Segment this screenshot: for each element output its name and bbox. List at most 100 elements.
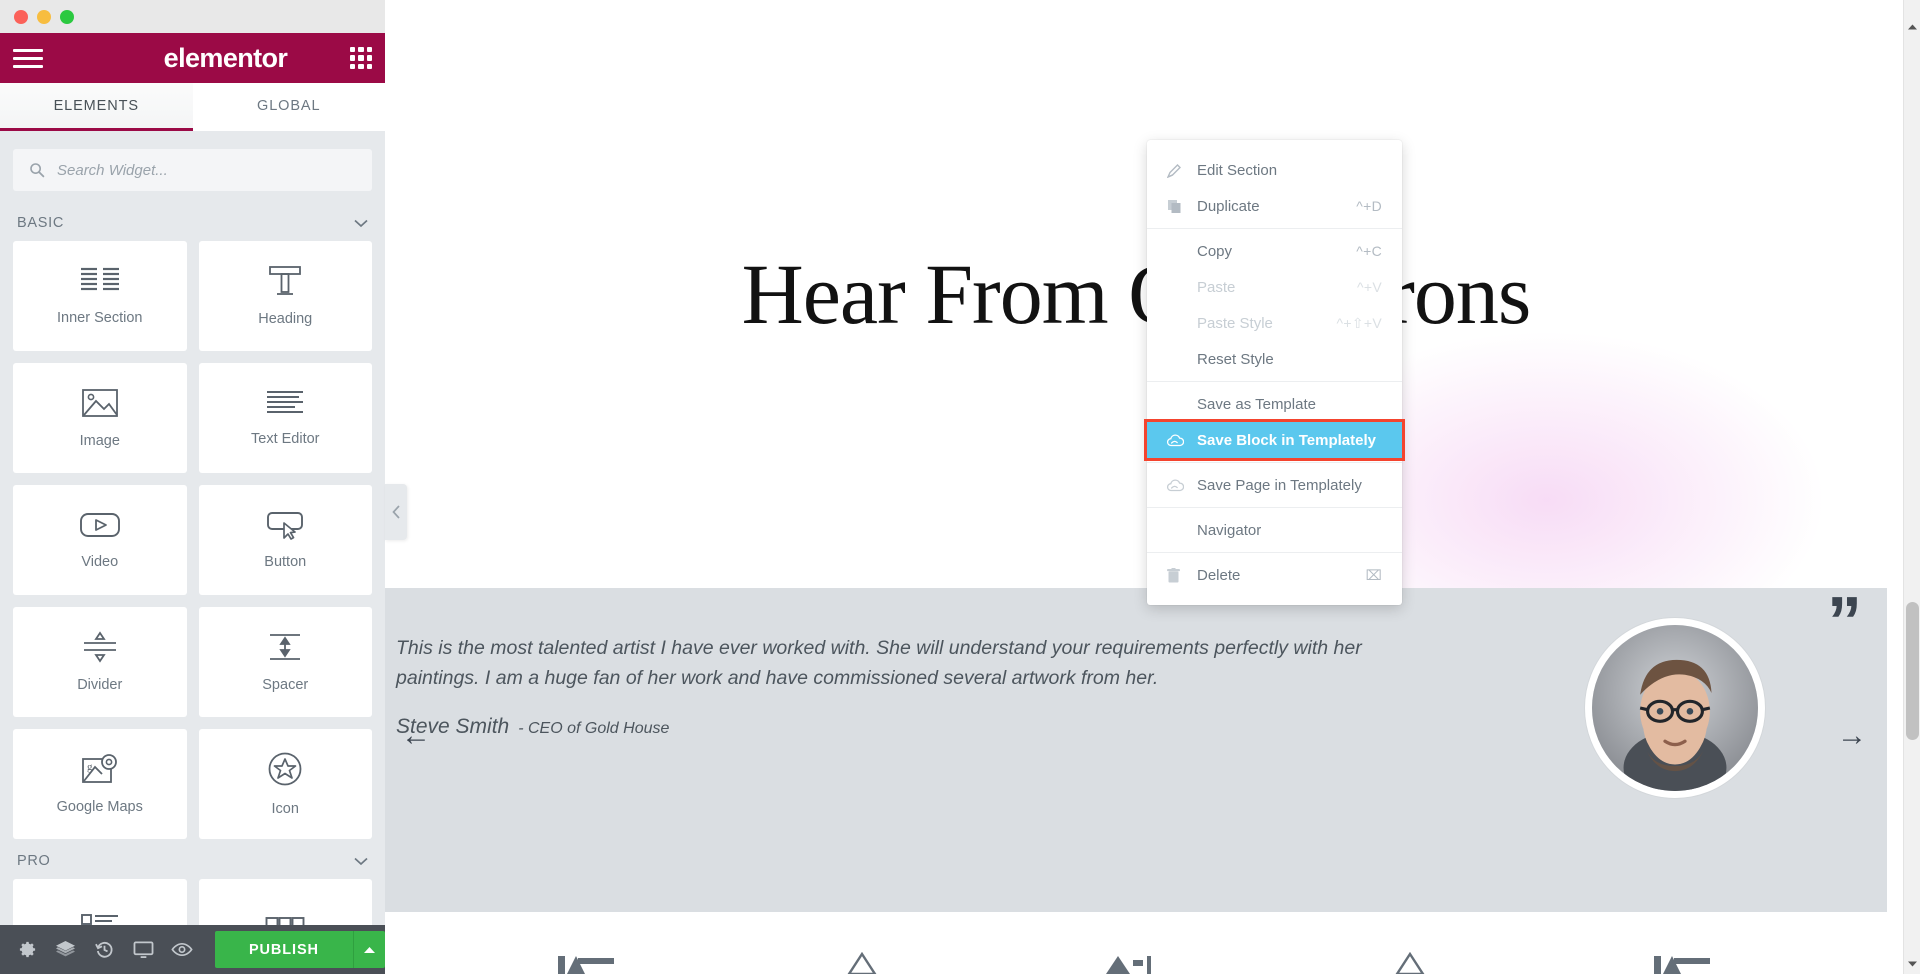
button-cursor-icon	[267, 512, 304, 540]
chevron-left-icon	[391, 505, 400, 519]
widget-heading[interactable]: Heading	[198, 241, 372, 351]
category-header-pro[interactable]: PRO	[13, 839, 372, 879]
image-icon	[81, 389, 118, 417]
hamburger-menu-icon[interactable]	[13, 48, 43, 68]
ctx-item-paste-style: Paste Style ^+⇧+V	[1147, 305, 1402, 341]
editor-footer-toolbar: PUBLISH	[0, 925, 385, 974]
widget-inner-section[interactable]: Inner Section	[13, 241, 187, 351]
widget-label: Video	[81, 554, 119, 570]
prev-testimonial-arrow[interactable]: ←	[401, 719, 431, 753]
scroll-down-arrow[interactable]	[1904, 955, 1920, 972]
ctx-label: Edit Section	[1197, 161, 1278, 179]
publish-button[interactable]: PUBLISH	[214, 931, 353, 968]
ctx-item-delete[interactable]: Delete ⌧	[1147, 557, 1402, 593]
scroll-up-arrow[interactable]	[1904, 18, 1920, 35]
ctx-label: Delete	[1197, 566, 1241, 584]
history-revisions-icon[interactable]	[85, 925, 124, 974]
ctx-label: Reset Style	[1197, 350, 1274, 368]
hero-section[interactable]: Hear From Our Patrons	[385, 0, 1887, 670]
chevron-down-icon	[354, 219, 368, 227]
widget-label: Inner Section	[57, 310, 143, 326]
heading-t-icon	[269, 266, 302, 295]
panel-collapse-handle[interactable]	[385, 484, 407, 540]
ctx-label: Save Page in Templately	[1197, 476, 1362, 494]
widget-label: Button	[264, 554, 307, 570]
widget-button[interactable]: Button	[198, 485, 372, 595]
category-title: PRO	[17, 853, 51, 869]
publish-options-caret-icon[interactable]	[352, 931, 385, 968]
ctx-item-save-page-in-templately[interactable]: Save Page in Templately	[1147, 467, 1402, 503]
window-maximize-button[interactable]	[60, 9, 74, 24]
ctx-shortcut: ^+C	[1356, 243, 1382, 259]
features-strip	[385, 912, 1887, 974]
pencil-edit-icon	[1167, 163, 1187, 178]
preview-eye-icon[interactable]	[162, 925, 201, 974]
settings-gear-icon[interactable]	[8, 925, 47, 974]
search-icon	[30, 163, 45, 178]
elementor-left-panel: elementor ELEMENTS GLOBAL BASIC	[0, 33, 385, 974]
man-with-glasses-avatar	[1592, 625, 1758, 791]
widget-label: Icon	[271, 801, 299, 817]
ctx-item-paste: Paste ^+V	[1147, 269, 1402, 305]
responsive-mode-icon[interactable]	[124, 925, 163, 974]
widget-label: Image	[79, 433, 120, 449]
chevron-down-icon	[354, 857, 368, 865]
scrollbar-thumb[interactable]	[1906, 602, 1919, 740]
panel-tabs: ELEMENTS GLOBAL	[0, 83, 385, 131]
duplicate-copy-icon	[1167, 199, 1187, 214]
testimonial-quote: This is the most talented artist I have …	[396, 637, 1362, 689]
ctx-group: Delete ⌧	[1147, 552, 1402, 597]
ctx-group: Save as Template Save Block in Templatel…	[1144, 381, 1405, 462]
strip-icon-5	[1653, 952, 1714, 974]
canvas-right-margin	[1887, 0, 1903, 974]
star-circle-icon	[268, 752, 302, 786]
search-input[interactable]	[57, 161, 356, 179]
window-close-button[interactable]	[14, 9, 28, 24]
columns-icon	[80, 267, 119, 291]
strip-icon-2	[845, 951, 879, 974]
author-role: - CEO of Gold House	[518, 720, 670, 738]
strip-icon-4	[1393, 951, 1427, 974]
widget-divider[interactable]: Divider	[13, 607, 187, 717]
templately-cloud-icon	[1167, 478, 1187, 492]
widget-grid-basic: Inner Section Heading Image Text Editor …	[13, 241, 372, 839]
widget-image[interactable]: Image	[13, 363, 187, 473]
tab-global[interactable]: GLOBAL	[192, 83, 385, 131]
ctx-item-reset-style[interactable]: Reset Style	[1147, 341, 1402, 377]
widget-icon[interactable]: Icon	[198, 729, 372, 839]
ctx-item-edit-section[interactable]: Edit Section	[1147, 152, 1402, 188]
ctx-label: Save as Template	[1197, 395, 1316, 413]
ctx-item-copy[interactable]: Copy ^+C	[1147, 233, 1402, 269]
search-widget-box[interactable]	[13, 149, 372, 191]
ctx-group: Save Page in Templately	[1147, 462, 1402, 507]
svg-text:g: g	[87, 761, 93, 773]
ctx-item-save-block-in-templately[interactable]: Save Block in Templately	[1144, 419, 1405, 461]
layers-navigator-icon[interactable]	[47, 925, 86, 974]
widget-video[interactable]: Video	[13, 485, 187, 595]
ctx-label: Paste Style	[1197, 314, 1273, 332]
ctx-shortcut: ⌧	[1365, 566, 1382, 583]
quote-mark-icon: ”	[1827, 582, 1862, 660]
ctx-label: Duplicate	[1197, 197, 1260, 215]
widget-spacer[interactable]: Spacer	[198, 607, 372, 717]
page-title: Hear From Our Patrons	[741, 246, 1532, 342]
category-title: BASIC	[17, 215, 65, 231]
ctx-item-navigator[interactable]: Navigator	[1147, 512, 1402, 548]
video-play-icon	[79, 513, 120, 537]
ctx-item-duplicate[interactable]: Duplicate ^+D	[1147, 188, 1402, 224]
ctx-group: Navigator	[1147, 507, 1402, 552]
ctx-shortcut: ^+⇧+V	[1336, 314, 1382, 331]
grid-apps-icon[interactable]	[350, 47, 372, 69]
widget-text-editor[interactable]: Text Editor	[198, 363, 372, 473]
strip-icon-row	[385, 912, 1887, 974]
page-scrollbar[interactable]	[1903, 0, 1920, 974]
ctx-item-save-as-template[interactable]: Save as Template	[1147, 386, 1402, 422]
window-minimize-button[interactable]	[37, 9, 51, 24]
category-header-basic[interactable]: BASIC	[13, 201, 372, 241]
trash-delete-icon	[1167, 567, 1187, 583]
next-testimonial-arrow[interactable]: →	[1837, 719, 1867, 753]
ctx-group: Copy ^+C Paste ^+V Paste Style ^+⇧+V Res…	[1147, 228, 1402, 381]
google-maps-icon: g	[81, 754, 117, 783]
widget-google-maps[interactable]: g Google Maps	[13, 729, 187, 839]
tab-elements[interactable]: ELEMENTS	[0, 83, 193, 131]
